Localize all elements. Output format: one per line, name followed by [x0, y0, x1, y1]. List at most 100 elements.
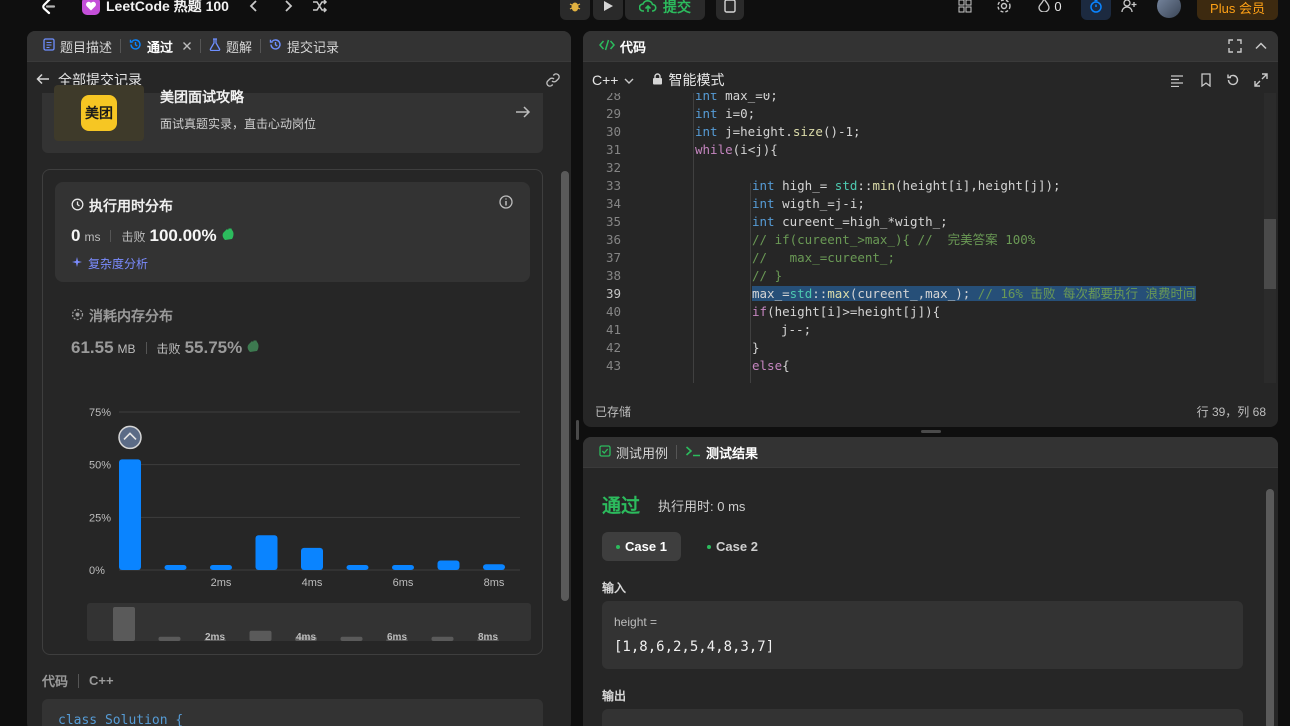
- code-editor[interactable]: 28 int max_=0; 29 int i=0; 30 int j=height.si…: [583, 93, 1267, 383]
- gear-icon[interactable]: [994, 0, 1014, 16]
- chart-bar[interactable]: [301, 547, 323, 570]
- link-icon[interactable]: [545, 72, 561, 91]
- arrow-right-icon: [515, 103, 531, 124]
- chart-bar[interactable]: [437, 560, 460, 570]
- overview-tick-label: 4ms: [296, 632, 316, 641]
- line-number: 38: [605, 268, 621, 283]
- code-line[interactable]: 42}: [583, 339, 1267, 357]
- reset-icon[interactable]: [1226, 73, 1240, 90]
- line-code: int high_= std::min(height[i],height[j])…: [752, 178, 1061, 193]
- output-label: 输出: [602, 689, 627, 703]
- code-line[interactable]: 43 else{: [583, 357, 1267, 375]
- code-line[interactable]: 36 // if(cureent_>max_){ // 完美答案 100%: [583, 231, 1267, 249]
- tab-description[interactable]: 题目描述: [37, 31, 118, 62]
- code-line[interactable]: 33 int high_= std::min(height[i],height[j…: [583, 177, 1267, 195]
- complexity-analysis-link[interactable]: 复杂度分析: [71, 255, 148, 272]
- overview-tick-label: 6ms: [387, 632, 407, 641]
- runtime-card[interactable]: 执行用时分布 0 ms 击败 100.00% 复杂度分析: [55, 182, 530, 282]
- stats-box: 执行用时分布 0 ms 击败 100.00% 复杂度分析 消耗内存分布 61.5…: [42, 169, 543, 655]
- tab-solutions[interactable]: 题解: [203, 31, 258, 62]
- clap-icon: [221, 227, 237, 244]
- tab-submissions[interactable]: 提交记录: [263, 31, 345, 62]
- info-icon[interactable]: [498, 194, 514, 210]
- left-scrollbar[interactable]: [561, 171, 569, 601]
- fire-icon: [1038, 0, 1051, 15]
- streak-counter[interactable]: 0: [1032, 0, 1068, 16]
- line-number: 31: [605, 142, 621, 157]
- code-line[interactable]: 39 max_=std::max(cureent_,max_); // 16% 击…: [583, 285, 1267, 303]
- line-number: 39: [605, 286, 621, 301]
- line-number: 40: [605, 304, 621, 319]
- plus-membership-button[interactable]: Plus 会员: [1197, 0, 1278, 20]
- tab-accepted[interactable]: 通过: [123, 31, 198, 62]
- chevron-left-icon[interactable]: [244, 0, 264, 16]
- editor-scroll-thumb[interactable]: [1264, 219, 1276, 289]
- vertical-resize-handle[interactable]: [576, 420, 579, 440]
- timer-button[interactable]: [1081, 0, 1111, 20]
- line-number: 29: [605, 106, 621, 121]
- case-1-tab[interactable]: Case 1: [602, 532, 681, 561]
- format-icon[interactable]: [1170, 74, 1184, 90]
- code-line[interactable]: 31 while(i<j){: [583, 141, 1267, 159]
- chart-bar[interactable]: [346, 564, 369, 570]
- chart-bar[interactable]: [483, 564, 505, 570]
- code-line[interactable]: 38 // }: [583, 267, 1267, 285]
- add-friend-icon[interactable]: [1119, 0, 1139, 16]
- code-line[interactable]: 41 j--;: [583, 321, 1267, 339]
- close-icon[interactable]: [182, 39, 192, 54]
- tab-test-result[interactable]: 测试结果: [679, 437, 764, 468]
- code-line[interactable]: 29 int i=0;: [583, 105, 1267, 123]
- code-line[interactable]: 30 int j=height.size()-1;: [583, 123, 1267, 141]
- editor-scrollbar[interactable]: [1264, 93, 1276, 383]
- y-tick-label: 0%: [89, 565, 105, 577]
- smart-mode-toggle[interactable]: 智能模式: [652, 70, 724, 90]
- play-icon: [602, 0, 614, 15]
- code-line[interactable]: 37 // max_=cureent_;: [583, 249, 1267, 267]
- tab-divider: [676, 445, 678, 459]
- avatar[interactable]: [1157, 0, 1181, 18]
- maximize-icon[interactable]: [1228, 39, 1242, 56]
- leetcode-logo[interactable]: [38, 0, 58, 16]
- y-tick-label: 25%: [89, 512, 111, 524]
- expand-icon[interactable]: [1254, 73, 1268, 90]
- run-button[interactable]: [593, 0, 623, 20]
- line-number: 28: [605, 93, 621, 103]
- chart-bar[interactable]: [210, 564, 232, 570]
- chevron-right-icon[interactable]: [278, 0, 298, 16]
- chart-bar[interactable]: [119, 459, 141, 570]
- code-line[interactable]: 34 int wigth_=j-i;: [583, 195, 1267, 213]
- case-2-tab[interactable]: Case 2: [693, 532, 772, 561]
- line-code: }: [752, 340, 760, 355]
- code-line[interactable]: 35 int cureent_=high_*wigth_;: [583, 213, 1267, 231]
- pass-dot-icon: [616, 544, 620, 549]
- cloud-upload-icon: [638, 0, 657, 16]
- notes-button[interactable]: [716, 0, 744, 20]
- language-select[interactable]: C++: [592, 72, 634, 88]
- result-tab-bar: 测试用例 测试结果: [583, 437, 1278, 468]
- runtime-distribution-chart[interactable]: 0% 25% 50% 75% 2ms 4ms 6ms 8ms: [43, 392, 544, 592]
- chart-bar[interactable]: [164, 564, 187, 570]
- line-code: max_=std::max(cureent_,max_); // 16% 击败 …: [752, 286, 1196, 301]
- problem-list-title[interactable]: LeetCode 热题 100: [82, 0, 229, 16]
- shuffle-icon[interactable]: [310, 0, 330, 16]
- debug-button[interactable]: [560, 0, 590, 20]
- bookmark-icon[interactable]: [1200, 73, 1212, 90]
- result-scrollbar[interactable]: [1266, 489, 1274, 726]
- code-line[interactable]: 28 int max_=0;: [583, 93, 1267, 105]
- runtime-title: 执行用时分布: [89, 198, 173, 214]
- code-line[interactable]: 40 if(height[i]>=height[j]){: [583, 303, 1267, 321]
- memory-card[interactable]: 消耗内存分布 61.55 MB 击败 55.75%: [55, 294, 530, 374]
- code-line[interactable]: 32: [583, 159, 1267, 177]
- promo-banner[interactable]: 美团 美团面试攻略 面试真题实录，直击心动岗位: [42, 85, 543, 153]
- top-bar: LeetCode 热题 100 提交 0 Plus 会员: [0, 0, 1290, 22]
- tab-testcase[interactable]: 测试用例: [593, 437, 674, 468]
- chevron-up-icon[interactable]: [1254, 39, 1268, 56]
- layout-grid-icon[interactable]: [955, 0, 975, 16]
- chart-bar[interactable]: [255, 535, 278, 570]
- clap-icon: [246, 339, 262, 356]
- submit-button[interactable]: 提交: [625, 0, 705, 20]
- chart-bar[interactable]: [392, 564, 414, 570]
- panel-resize-handle[interactable]: [921, 430, 941, 433]
- chart-overview-slider[interactable]: 2ms 4ms 6ms 8ms: [87, 603, 531, 641]
- tab-code[interactable]: 代码: [593, 31, 652, 62]
